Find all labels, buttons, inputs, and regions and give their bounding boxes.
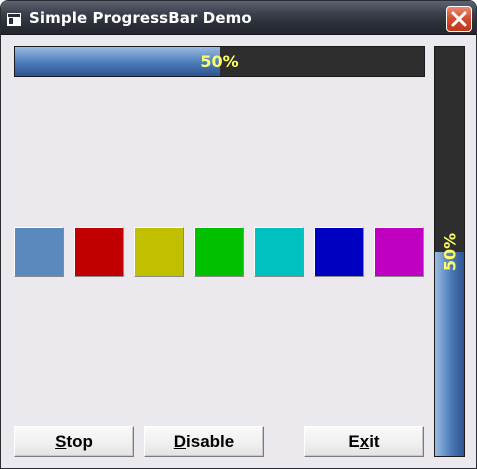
horizontal-progress-label: 50% [200,52,239,71]
exit-button-prefix: E [348,432,360,451]
disable-button[interactable]: Disable [144,426,264,457]
disable-button-mnemonic: D [173,432,187,451]
color-swatch-magenta[interactable] [374,227,424,277]
exit-button-label: it [369,432,380,451]
color-swatch-steel-blue[interactable] [14,227,64,277]
stop-button[interactable]: Stop [14,426,134,457]
color-swatch-row [14,227,426,277]
exit-button-mnemonic: x [359,432,370,451]
close-button[interactable] [446,6,472,32]
color-swatch-green[interactable] [194,227,244,277]
color-swatch-blue[interactable] [314,227,364,277]
stop-button-label: top [66,432,93,451]
color-swatch-red[interactable] [74,227,124,277]
app-window-icon [7,11,21,26]
vertical-progress-fill [435,251,464,456]
title-bar[interactable]: Simple ProgressBar Demo [1,1,476,35]
stop-button-mnemonic: S [55,432,67,451]
vertical-progress-bar: 50% [434,46,465,457]
color-swatch-olive-yellow[interactable] [134,227,184,277]
horizontal-progress-bar: 50% [14,46,425,77]
close-icon [451,11,467,27]
exit-button[interactable]: Exit [304,426,424,457]
vertical-progress-label: 50% [440,232,459,271]
app-window: Simple ProgressBar Demo 50% 50% Stop Dis… [0,0,477,469]
disable-button-label: isable [186,432,235,451]
window-title: Simple ProgressBar Demo [29,9,252,27]
color-swatch-cyan[interactable] [254,227,304,277]
